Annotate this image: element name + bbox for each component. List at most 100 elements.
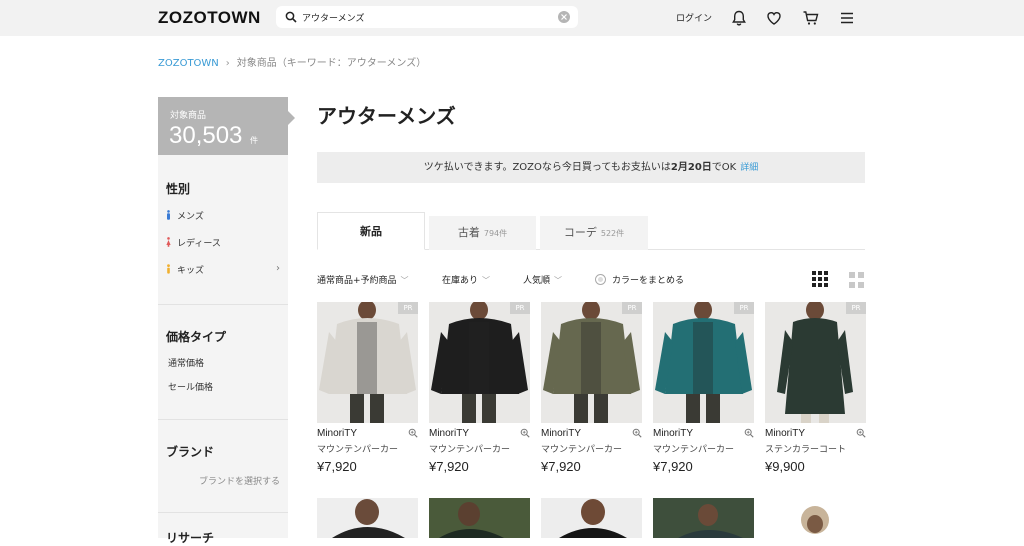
stock-dropdown[interactable]: 在庫あり ﹀	[442, 273, 490, 286]
breadcrumb-home[interactable]: ZOZOTOWN	[158, 58, 219, 69]
tab-label: 古着	[457, 226, 480, 239]
divider	[158, 304, 288, 305]
product-card[interactable]: PR MinoriTY ステンカラーコート ¥9,900	[765, 302, 866, 474]
page-title: アウターメンズ	[317, 104, 456, 128]
search-box[interactable]: アウターメンズ	[276, 6, 578, 28]
product-image[interactable]: PR	[429, 302, 530, 423]
heart-icon[interactable]	[765, 9, 783, 27]
product-card-partial[interactable]	[429, 498, 530, 538]
divider	[158, 512, 288, 513]
product-brand[interactable]: MinoriTY	[429, 428, 469, 439]
cart-icon[interactable]	[802, 9, 820, 27]
pr-badge: PR	[846, 302, 866, 314]
sidebar-item-label: レディース	[177, 239, 221, 249]
kids-icon	[167, 264, 170, 274]
product-price: ¥9,900	[765, 459, 805, 474]
product-card-partial[interactable]	[765, 498, 866, 538]
tab-coordinate[interactable]: コーデ 522件	[540, 216, 648, 250]
notice-suffix: でOK	[711, 162, 737, 173]
tab-bar: 新品 古着 794件 コーデ 522件	[317, 212, 865, 250]
result-count-value: 30,503	[169, 122, 243, 149]
color-group-toggle[interactable]: カラーをまとめる	[595, 273, 684, 286]
sidebar-item-label: キッズ	[177, 266, 205, 276]
pr-badge: PR	[622, 302, 642, 314]
brand-select-link[interactable]: ブランドを選択する	[199, 474, 280, 487]
pr-badge: PR	[398, 302, 418, 314]
sidebar-item-kids[interactable]: キッズ	[166, 263, 204, 276]
pr-badge: PR	[510, 302, 530, 314]
bell-icon[interactable]	[730, 9, 748, 27]
product-image	[765, 498, 866, 538]
tab-count: 522件	[600, 229, 625, 238]
login-link[interactable]: ログイン	[676, 11, 712, 24]
chevron-right-icon: ›	[225, 58, 230, 69]
product-brand[interactable]: MinoriTY	[541, 428, 581, 439]
sidebar-item-mens[interactable]: メンズ	[166, 209, 204, 222]
breadcrumb-current: 対象商品（キーワード：アウターメンズ）	[236, 58, 427, 69]
dropdown-label: 通常商品+予約商品	[317, 276, 397, 286]
product-card[interactable]: PR MinoriTY マウンテンパーカー ¥7,920	[653, 302, 754, 474]
grid-small-view-icon[interactable]	[812, 271, 828, 287]
price-type-title: 価格タイプ	[166, 330, 227, 344]
grid-large-view-icon[interactable]	[849, 272, 865, 288]
clear-icon[interactable]	[558, 11, 570, 23]
result-count-unit: 件	[250, 136, 258, 145]
product-image	[541, 498, 642, 538]
zoom-icon[interactable]	[632, 428, 642, 438]
product-image[interactable]: PR	[653, 302, 754, 423]
product-card[interactable]: PR MinoriTY マウンテンパーカー ¥7,920	[317, 302, 418, 474]
filter-bar: 通常商品+予約商品 ﹀ 在庫あり ﹀ 人気順 ﹀ カラーをまとめる	[317, 271, 865, 288]
chevron-down-icon: ﹀	[400, 276, 409, 285]
product-card[interactable]: PR MinoriTY マウンテンパーカー ¥7,920	[541, 302, 642, 474]
divider	[158, 419, 288, 420]
zoom-icon[interactable]	[408, 428, 418, 438]
product-image	[653, 498, 754, 538]
pointer-arrow	[288, 111, 295, 125]
chevron-right-icon[interactable]: ›	[276, 263, 280, 274]
radio-icon	[595, 274, 606, 285]
zoom-icon[interactable]	[856, 428, 866, 438]
menu-icon[interactable]	[838, 9, 856, 27]
sidebar-item-sale-price[interactable]: セール価格	[168, 380, 213, 393]
product-image	[429, 498, 530, 538]
notice-detail-link[interactable]: 詳細	[740, 163, 758, 173]
payment-notice: ツケ払いできます。ZOZOなら今日買ってもお支払いは2月20日でOK 詳細	[317, 152, 865, 183]
tab-new[interactable]: 新品	[317, 212, 425, 250]
product-card-partial[interactable]	[541, 498, 642, 538]
product-image[interactable]: PR	[765, 302, 866, 423]
sidebar-item-regular-price[interactable]: 通常価格	[168, 356, 204, 369]
tab-label: 新品	[360, 225, 382, 238]
result-count-box: 対象商品 30,503 件	[158, 97, 295, 155]
product-price: ¥7,920	[541, 459, 581, 474]
result-count-label: 対象商品	[170, 111, 207, 121]
sidebar-item-ladies[interactable]: レディース	[166, 236, 221, 249]
product-image[interactable]: PR	[541, 302, 642, 423]
logo[interactable]: ZOZOTOWN	[158, 8, 261, 28]
female-icon	[166, 237, 171, 247]
zoom-icon[interactable]	[744, 428, 754, 438]
product-category: マウンテンパーカー	[541, 445, 623, 455]
zoom-icon[interactable]	[520, 428, 530, 438]
sidebar-item-label: メンズ	[177, 212, 204, 222]
tab-label: コーデ	[563, 226, 597, 239]
product-image[interactable]: PR	[317, 302, 418, 423]
sort-dropdown[interactable]: 人気順 ﹀	[523, 273, 562, 286]
product-card[interactable]: PR MinoriTY マウンテンパーカー ¥7,920	[429, 302, 530, 474]
header-bar: ZOZOTOWN アウターメンズ ログイン	[0, 0, 1024, 36]
product-card-partial[interactable]	[317, 498, 418, 538]
dropdown-label: 人気順	[523, 276, 551, 286]
product-price: ¥7,920	[317, 459, 357, 474]
product-category: マウンテンパーカー	[653, 445, 735, 455]
product-brand[interactable]: MinoriTY	[317, 428, 357, 439]
product-card-partial[interactable]	[653, 498, 754, 538]
tab-used[interactable]: 古着 794件	[429, 216, 536, 250]
breadcrumb: ZOZOTOWN › 対象商品（キーワード：アウターメンズ）	[158, 54, 426, 69]
product-type-dropdown[interactable]: 通常商品+予約商品 ﹀	[317, 273, 409, 286]
product-brand[interactable]: MinoriTY	[765, 428, 805, 439]
product-category: マウンテンパーカー	[317, 445, 399, 455]
product-price: ¥7,920	[429, 459, 469, 474]
product-brand[interactable]: MinoriTY	[653, 428, 693, 439]
brand-title: ブランド	[166, 445, 215, 459]
notice-date: 2月20日	[670, 162, 712, 173]
search-input[interactable]: アウターメンズ	[302, 11, 364, 24]
